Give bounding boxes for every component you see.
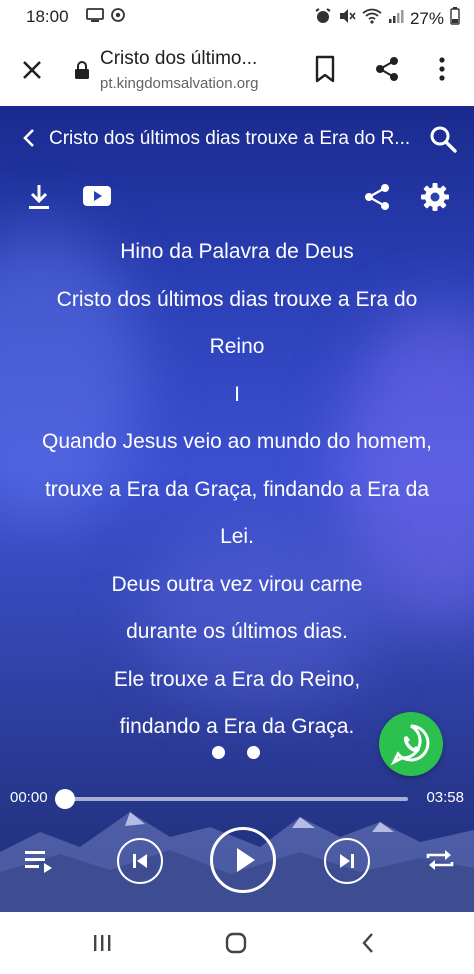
browser-toolbar: Cristo dos último... pt.kingdomsalvation… [0,34,474,106]
back-icon[interactable] [360,932,376,954]
signal-icon [388,8,404,29]
player-header: Cristo dos últimos dias trouxe a Era do … [0,106,474,170]
lyric-line: I [234,382,240,406]
skip-previous-icon [133,854,147,868]
repeat-icon[interactable] [424,846,456,874]
lyric-line: Deus outra vez virou carne [111,572,363,596]
lyric-line: Lei. [220,525,254,548]
song-title: Cristo dos últimos dias trouxe a Era do … [49,128,411,149]
total-time: 03:58 [426,789,464,806]
page-dot[interactable] [247,746,260,759]
progress-track[interactable] [64,797,408,801]
sync-icon [110,7,126,28]
close-icon[interactable] [18,56,46,84]
youtube-icon[interactable] [82,184,112,208]
screen-icon [86,7,104,28]
home-icon[interactable] [225,932,247,954]
previous-button[interactable] [117,838,163,884]
chevron-left-icon[interactable] [20,126,40,150]
page-title: Cristo dos último... [100,48,258,69]
status-bar: 18:00 27% [0,0,474,34]
page-url[interactable]: pt.kingdomsalvation.org [100,75,258,92]
current-time: 00:00 [10,789,48,806]
lyric-line: Reino [209,335,265,358]
play-icon [237,848,255,872]
share-icon[interactable] [372,54,402,84]
play-button[interactable] [210,827,276,893]
lock-icon [74,60,90,80]
bookmark-icon[interactable] [312,54,338,84]
whatsapp-button[interactable] [379,712,443,776]
mute-icon [338,8,356,29]
wifi-icon [362,8,382,29]
player-toolbar [0,178,474,218]
page-indicator [212,746,260,759]
alarm-icon [314,8,332,29]
battery-icon [450,7,460,30]
battery-text: 27% [409,8,444,28]
lyric-line: Hino da Palavra de Deus [120,240,354,263]
lyric-line: Ele trouxe a Era do Reino, [113,667,361,691]
recents-icon[interactable] [92,933,112,953]
gear-icon[interactable] [420,182,450,212]
playback-controls [0,824,474,894]
music-player: Cristo dos últimos dias trouxe a Era do … [0,106,474,912]
more-menu-icon[interactable] [434,54,450,84]
lyric-line: Quando Jesus veio ao mundo do homem, [42,430,432,453]
system-nav-bar [0,912,474,974]
next-button[interactable] [324,838,370,884]
search-icon[interactable] [428,124,458,154]
lyric-line: trouxe a Era da Graça, findando a Era da [44,477,430,501]
status-time: 18:00 [26,7,69,26]
whatsapp-icon [390,724,430,766]
lyric-line: durante os últimos dias. [126,620,348,643]
playlist-icon[interactable] [24,848,54,874]
lyric-line: Cristo dos últimos dias trouxe a Era do [56,287,418,311]
share-icon[interactable] [362,182,392,212]
page-dot[interactable] [212,746,225,759]
progress-thumb[interactable] [55,789,75,809]
download-icon[interactable] [26,182,52,212]
lyrics-panel: Hino da Palavra de Deus Cristo dos últim… [0,228,474,751]
skip-next-icon [340,854,354,868]
